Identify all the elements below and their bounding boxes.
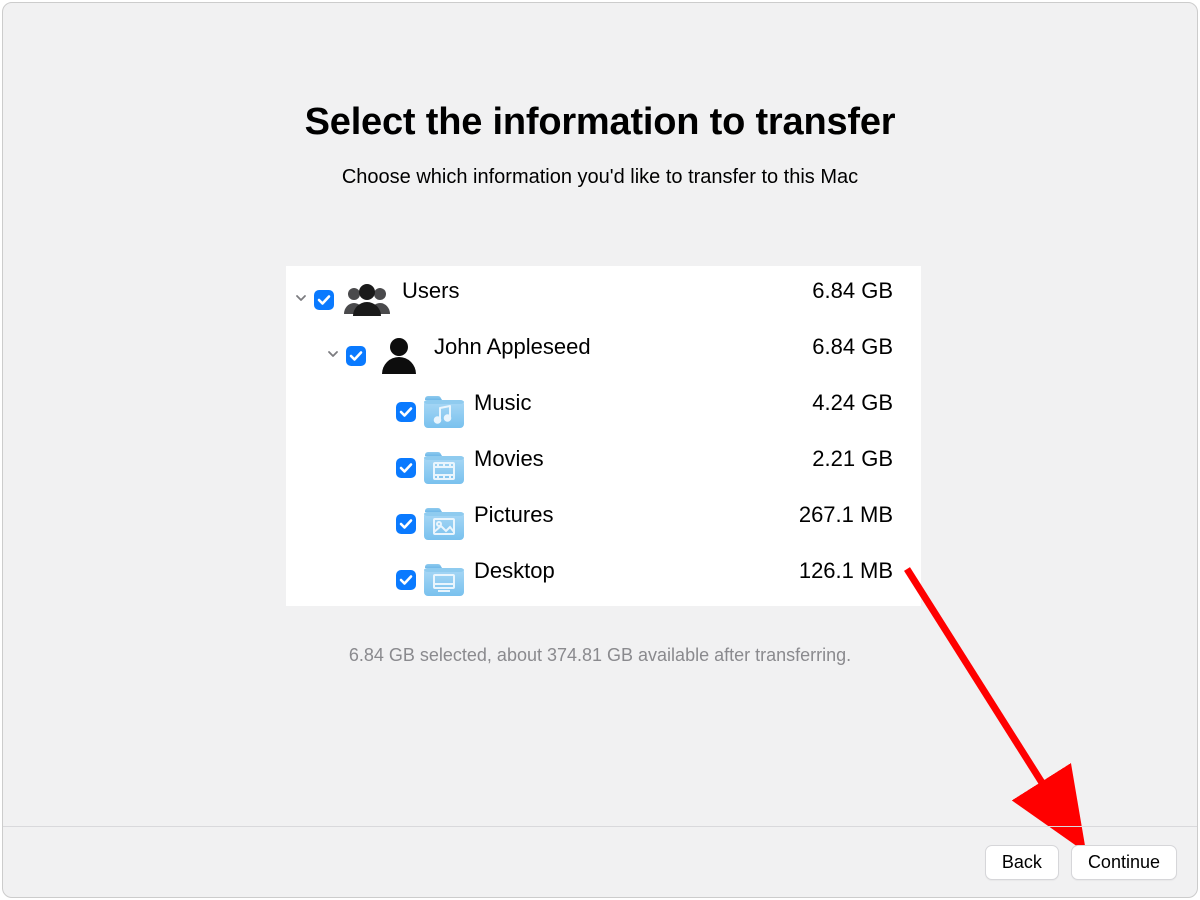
checkbox-users[interactable]: [314, 290, 334, 310]
continue-button[interactable]: Continue: [1071, 845, 1177, 880]
tree-size: 267.1 MB: [799, 502, 893, 528]
back-button[interactable]: Back: [985, 845, 1059, 880]
movies-folder-icon: [422, 449, 466, 487]
arrow-annotation-icon: [893, 555, 1123, 865]
transfer-selection-panel: Users 6.84 GB John Appleseed 6.84 GB: [286, 266, 921, 606]
page-subtitle: Choose which information you'd like to t…: [3, 166, 1197, 189]
tree-size: 2.21 GB: [812, 446, 893, 472]
checkbox-pictures[interactable]: [396, 514, 416, 534]
checkbox-desktop[interactable]: [396, 570, 416, 590]
music-folder-icon: [422, 393, 466, 431]
tree-label: Users: [402, 278, 459, 304]
chevron-down-icon[interactable]: [326, 347, 340, 365]
chevron-down-icon[interactable]: [294, 291, 308, 309]
tree-label: Movies: [474, 446, 544, 472]
tree-row-music[interactable]: Music 4.24 GB: [286, 384, 921, 440]
tree-row-desktop[interactable]: Desktop 126.1 MB: [286, 552, 921, 608]
migration-assistant-window: Select the information to transfer Choos…: [2, 2, 1198, 898]
tree-label: Pictures: [474, 502, 553, 528]
tree-row-movies[interactable]: Movies 2.21 GB: [286, 440, 921, 496]
tree-label: Music: [474, 390, 531, 416]
tree-size: 4.24 GB: [812, 390, 893, 416]
tree-label: Desktop: [474, 558, 555, 584]
tree-row-pictures[interactable]: Pictures 267.1 MB: [286, 496, 921, 552]
tree-size: 6.84 GB: [812, 278, 893, 304]
tree-label: John Appleseed: [434, 334, 591, 360]
group-icon: [340, 280, 394, 320]
tree-size: 126.1 MB: [799, 558, 893, 584]
footer: Back Continue: [3, 827, 1197, 897]
checkbox-movies[interactable]: [396, 458, 416, 478]
tree-row-users[interactable]: Users 6.84 GB: [286, 272, 921, 328]
selection-summary: 6.84 GB selected, about 374.81 GB availa…: [3, 645, 1197, 666]
pictures-folder-icon: [422, 505, 466, 543]
page-title: Select the information to transfer: [3, 101, 1197, 144]
desktop-folder-icon: [422, 561, 466, 599]
person-icon: [372, 336, 426, 376]
checkbox-music[interactable]: [396, 402, 416, 422]
tree-size: 6.84 GB: [812, 334, 893, 360]
tree-row-user[interactable]: John Appleseed 6.84 GB: [286, 328, 921, 384]
checkbox-user[interactable]: [346, 346, 366, 366]
